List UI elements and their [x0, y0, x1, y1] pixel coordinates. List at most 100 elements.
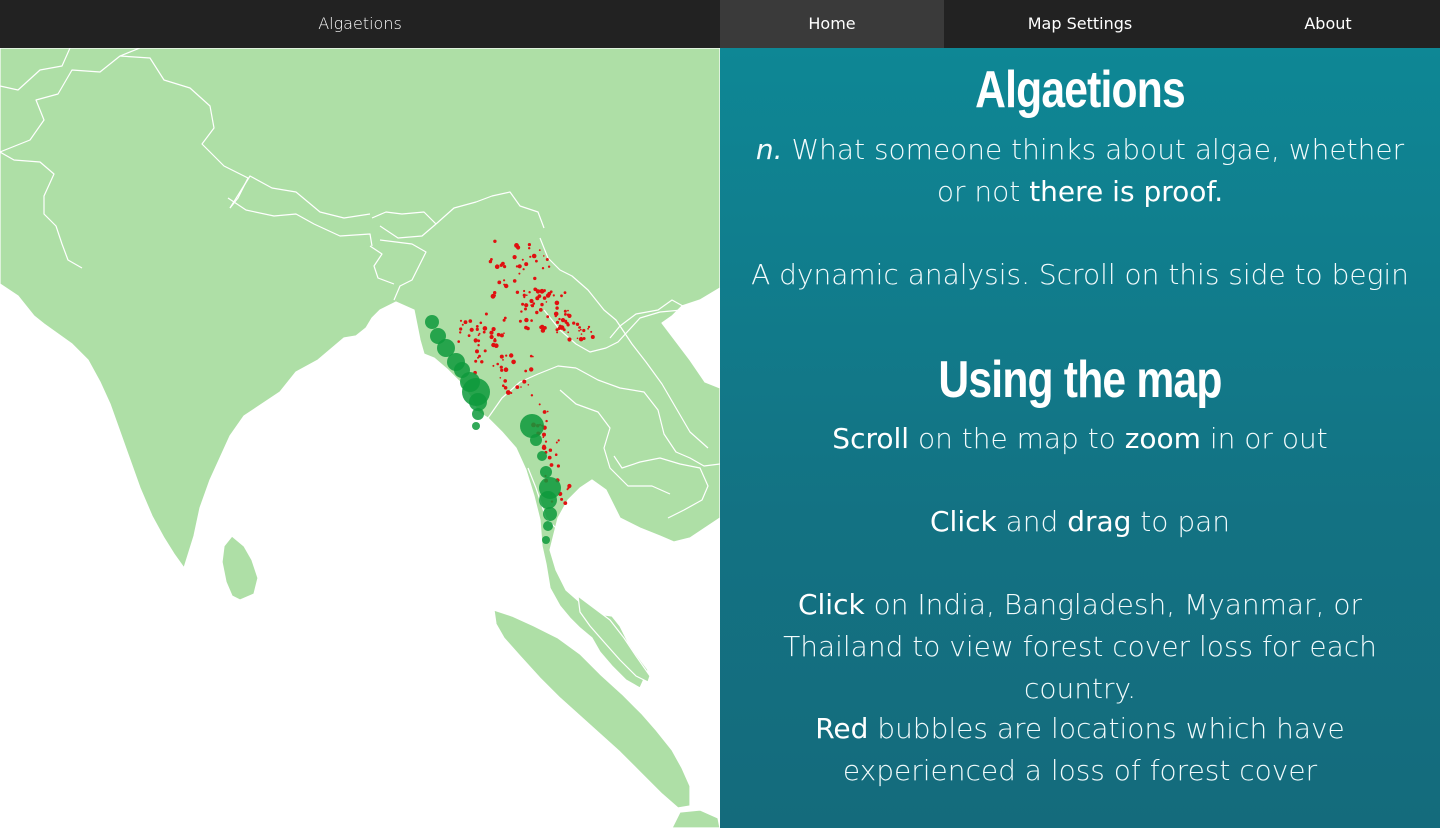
forest-loss-bubble[interactable] [526, 294, 528, 296]
forest-loss-bubble[interactable] [512, 279, 517, 283]
forest-loss-bubble[interactable] [560, 497, 564, 501]
forest-loss-bubble[interactable] [554, 453, 558, 457]
forest-loss-bubble[interactable] [567, 309, 569, 312]
map-canvas[interactable] [0, 48, 720, 828]
forest-loss-bubble[interactable] [459, 327, 463, 331]
green-bubble[interactable] [540, 466, 552, 478]
forest-loss-bubble[interactable] [511, 359, 516, 365]
forest-loss-bubble[interactable] [546, 315, 550, 319]
green-bubble[interactable] [530, 434, 542, 446]
land-se-islands[interactable] [671, 809, 720, 828]
land-mainland[interactable] [0, 48, 720, 689]
forest-loss-bubble[interactable] [517, 264, 522, 269]
forest-loss-bubble[interactable] [524, 307, 527, 311]
forest-loss-bubble[interactable] [535, 310, 539, 315]
forest-loss-bubble[interactable] [499, 333, 504, 338]
green-bubble[interactable] [425, 315, 439, 329]
forest-loss-bubble[interactable] [503, 316, 507, 320]
forest-loss-bubble[interactable] [505, 354, 508, 357]
forest-loss-bubble[interactable] [542, 296, 547, 300]
forest-loss-bubble[interactable] [547, 265, 551, 268]
forest-loss-bubble[interactable] [522, 268, 525, 271]
green-bubble[interactable] [537, 451, 547, 461]
forest-loss-bubble[interactable] [496, 332, 501, 337]
forest-loss-bubble[interactable] [529, 298, 534, 304]
forest-loss-bubble[interactable] [545, 258, 549, 261]
forest-loss-bubble[interactable] [478, 332, 481, 335]
forest-loss-bubble[interactable] [563, 501, 568, 505]
forest-loss-bubble[interactable] [578, 329, 580, 332]
green-bubble[interactable] [542, 536, 550, 544]
forest-loss-bubble[interactable] [504, 283, 509, 289]
forest-loss-bubble[interactable] [475, 325, 479, 328]
forest-loss-bubble[interactable] [503, 332, 505, 335]
forest-loss-bubble[interactable] [474, 359, 478, 363]
forest-loss-bubble[interactable] [494, 264, 500, 269]
forest-loss-bubble[interactable] [535, 259, 538, 263]
forest-loss-bubble[interactable] [467, 334, 471, 337]
forest-loss-bubble[interactable] [524, 262, 529, 267]
forest-loss-bubble[interactable] [501, 261, 505, 266]
forest-loss-bubble[interactable] [538, 249, 541, 252]
forest-loss-bubble[interactable] [524, 303, 529, 308]
forest-loss-bubble[interactable] [532, 302, 536, 305]
forest-loss-bubble[interactable] [545, 301, 548, 303]
forest-loss-bubble[interactable] [556, 331, 559, 334]
forest-loss-bubble[interactable] [468, 319, 473, 323]
forest-loss-bubble[interactable] [572, 321, 576, 325]
forest-loss-bubble[interactable] [493, 294, 496, 297]
forest-loss-bubble[interactable] [496, 362, 500, 366]
forest-loss-bubble[interactable] [578, 326, 581, 329]
forest-loss-bubble[interactable] [515, 265, 519, 268]
brand-link[interactable]: Algaetions [0, 0, 720, 48]
forest-loss-bubble[interactable] [479, 321, 483, 325]
forest-loss-bubble[interactable] [582, 328, 586, 333]
forest-loss-bubble[interactable] [542, 432, 546, 437]
forest-loss-bubble[interactable] [566, 313, 570, 317]
forest-loss-bubble[interactable] [493, 291, 497, 295]
forest-loss-bubble[interactable] [503, 265, 507, 269]
forest-loss-bubble[interactable] [528, 247, 531, 250]
forest-loss-bubble[interactable] [587, 325, 591, 329]
forest-loss-bubble[interactable] [457, 340, 461, 343]
forest-loss-bubble[interactable] [590, 330, 593, 333]
forest-loss-bubble[interactable] [509, 353, 514, 358]
forest-loss-bubble[interactable] [499, 377, 502, 379]
forest-loss-bubble[interactable] [475, 349, 479, 354]
forest-loss-bubble[interactable] [520, 310, 523, 313]
forest-loss-bubble[interactable] [555, 320, 560, 324]
forest-loss-bubble[interactable] [482, 330, 486, 334]
forest-loss-bubble[interactable] [544, 440, 548, 443]
forest-loss-bubble[interactable] [499, 354, 504, 359]
forest-loss-bubble[interactable] [515, 290, 520, 294]
forest-loss-bubble[interactable] [524, 317, 529, 323]
forest-loss-bubble[interactable] [493, 338, 497, 343]
forest-loss-bubble[interactable] [542, 436, 545, 439]
forest-loss-bubble[interactable] [548, 448, 553, 452]
forest-loss-bubble[interactable] [575, 322, 580, 326]
forest-loss-bubble[interactable] [590, 335, 595, 339]
green-bubble[interactable] [520, 414, 544, 438]
green-bubble[interactable] [472, 408, 484, 420]
forest-loss-bubble[interactable] [488, 259, 493, 264]
forest-loss-bubble[interactable] [523, 296, 526, 299]
forest-loss-bubble[interactable] [493, 239, 497, 243]
forest-loss-bubble[interactable] [522, 379, 527, 384]
forest-loss-bubble[interactable] [516, 245, 521, 250]
forest-loss-bubble[interactable] [483, 349, 487, 353]
land-sumatra[interactable] [493, 609, 691, 809]
forest-loss-bubble[interactable] [579, 328, 582, 331]
forest-loss-bubble[interactable] [491, 342, 496, 348]
forest-loss-bubble[interactable] [520, 386, 522, 388]
forest-loss-bubble[interactable] [526, 326, 530, 331]
forest-loss-bubble[interactable] [557, 439, 560, 442]
forest-loss-bubble[interactable] [512, 255, 517, 260]
forest-loss-bubble[interactable] [461, 323, 464, 326]
forest-loss-bubble[interactable] [587, 327, 589, 330]
forest-loss-bubble[interactable] [547, 455, 552, 460]
forest-loss-bubble[interactable] [463, 320, 468, 325]
forest-loss-bubble[interactable] [560, 294, 563, 298]
forest-loss-bubble[interactable] [533, 276, 537, 281]
forest-loss-bubble[interactable] [491, 327, 496, 332]
info-panel[interactable]: Algaetions n. What someone thinks about … [720, 48, 1440, 828]
